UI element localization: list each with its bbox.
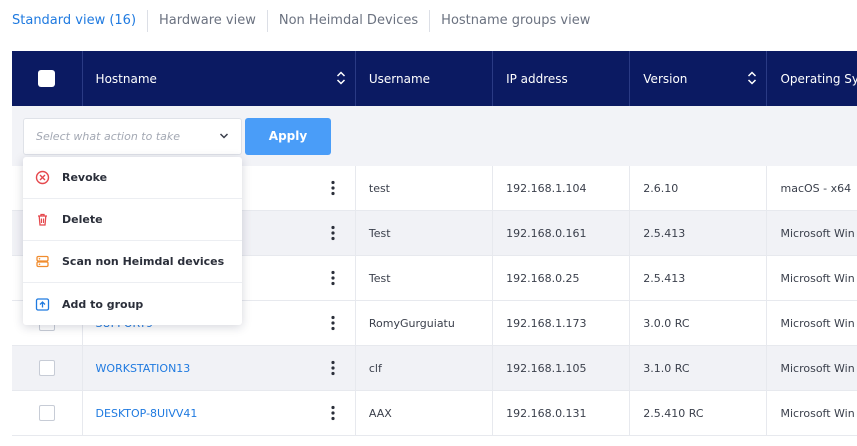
sort-icon[interactable] [336,70,346,86]
more-options-icon[interactable] [331,225,335,241]
os-cell: macOS - x64 [780,181,852,195]
ip-cell: 192.168.0.25 [493,256,631,300]
header-os-label: Operating Sys [780,71,857,86]
tab-non-heimdal-devices[interactable]: Non Heimdal Devices [268,10,431,32]
menu-item-revoke[interactable]: Revoke [23,157,242,199]
add-to-group-icon [35,297,50,312]
table-row[interactable]: WORKSTATION13 clf 192.168.1.105 3.1.0 RC… [12,346,857,391]
ip-cell: 192.168.1.173 [493,301,631,345]
version-cell: 2.5.410 RC [630,391,768,435]
header-ip-label: IP address [506,71,568,86]
ip-cell: 192.168.0.161 [493,211,631,255]
action-dropdown-menu: Revoke Delete Scan non Heimdal devices A… [23,157,242,325]
more-options-icon[interactable] [331,405,335,421]
username-cell: test [356,166,494,210]
tab-hardware-view[interactable]: Hardware view [148,10,268,32]
header-operating-system[interactable]: Operating Sys [767,51,857,106]
apply-button[interactable]: Apply [245,118,331,155]
version-cell: 2.6.10 [630,166,768,210]
more-options-icon[interactable] [331,360,335,376]
more-options-icon[interactable] [331,270,335,286]
table-row[interactable]: DESKTOP-8UIVV41 AAX 192.168.0.131 2.5.41… [12,391,857,436]
table-header: Hostname Username IP address Version Ope… [12,51,857,106]
menu-item-label: Add to group [62,297,144,311]
username-cell: RomyGurguiatu [356,301,494,345]
tab-standard-view[interactable]: Standard view (16) [12,10,149,32]
header-username-label: Username [368,71,431,86]
header-hostname-label: Hostname [95,71,157,86]
revoke-icon [35,170,50,185]
chevron-down-icon [219,133,229,139]
hostname-link[interactable]: WORKSTATION13 [96,362,191,375]
ip-cell: 192.168.1.105 [493,346,631,390]
username-cell: AAX [356,391,494,435]
version-cell: 3.1.0 RC [630,346,768,390]
username-cell: Test [356,256,494,300]
sort-icon[interactable] [747,70,757,86]
os-cell: Microsoft Win [780,406,855,420]
hostname-link[interactable]: DESKTOP-8UIVV41 [96,407,198,420]
menu-item-label: Scan non Heimdal devices [62,255,225,268]
menu-item-add-to-group[interactable]: Add to group [23,283,242,325]
action-select[interactable]: Select what action to take [23,118,242,155]
header-version-label: Version [643,71,688,86]
os-cell: Microsoft Win [780,226,855,240]
menu-item-label: Revoke [62,171,108,184]
menu-item-scan-non-heimdal[interactable]: Scan non Heimdal devices [23,241,242,283]
action-select-placeholder: Select what action to take [36,130,181,143]
row-checkbox[interactable] [38,360,55,376]
row-checkbox[interactable] [38,405,55,421]
ip-cell: 192.168.1.104 [493,166,631,210]
tab-hostname-groups-view[interactable]: Hostname groups view [430,10,601,32]
scan-icon [35,254,50,269]
version-cell: 3.0.0 RC [630,301,768,345]
more-options-icon[interactable] [331,315,335,331]
header-username[interactable]: Username [356,51,494,106]
header-hostname[interactable]: Hostname [83,51,356,106]
os-cell: Microsoft Win [780,361,855,375]
menu-item-delete[interactable]: Delete [23,199,242,241]
username-cell: Test [356,211,494,255]
view-tabs: Standard view (16) Hardware view Non Hei… [0,0,857,42]
version-cell: 2.5.413 [630,211,768,255]
header-ip-address[interactable]: IP address [493,51,631,106]
os-cell: Microsoft Win [780,271,855,285]
more-options-icon[interactable] [331,180,335,196]
username-cell: clf [356,346,494,390]
os-cell: Microsoft Win [780,316,855,330]
select-all-checkbox[interactable] [38,70,56,87]
ip-cell: 192.168.0.131 [493,391,631,435]
header-select-all [12,51,83,106]
menu-item-label: Delete [62,213,103,226]
version-cell: 2.5.413 [630,256,768,300]
header-version[interactable]: Version [630,51,768,106]
trash-icon [35,212,50,227]
